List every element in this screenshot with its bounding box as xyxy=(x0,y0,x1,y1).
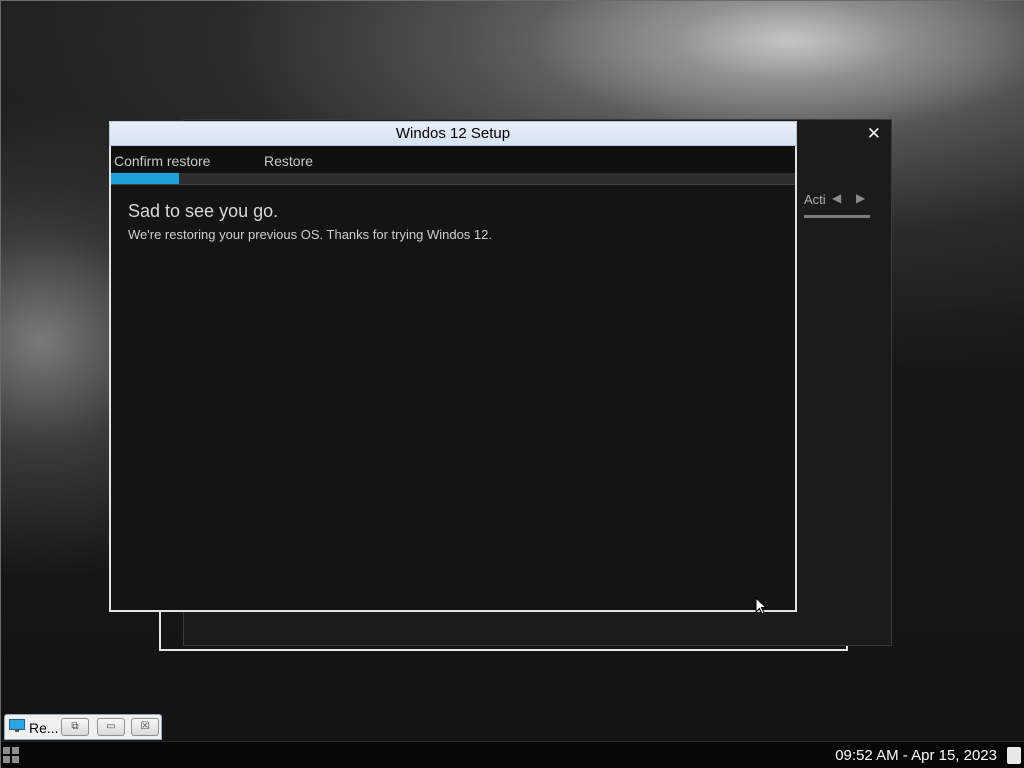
dialog-heading: Sad to see you go. xyxy=(128,201,279,221)
background-tab-label[interactable]: Acti xyxy=(804,192,826,207)
progress-bar-fill xyxy=(111,173,180,184)
start-grid-icon xyxy=(12,747,19,754)
dialog-title[interactable]: Windos 12 Setup xyxy=(109,121,797,146)
restore-button[interactable]: ⧉ xyxy=(61,718,89,736)
taskbar: 09:52 AM - Apr 15, 2023 xyxy=(1,741,1024,768)
minimized-window[interactable]: Re... ⧉ ▭ ☒ xyxy=(4,714,162,740)
background-tab-strip: Acti ◀ ▶ xyxy=(804,188,870,218)
setup-dialog: Windos 12 Setup Confirm restore Restore … xyxy=(109,121,797,612)
arrow-right-icon[interactable]: ▶ xyxy=(856,191,865,205)
monitor-icon xyxy=(9,719,25,732)
step-bar: Confirm restore Restore xyxy=(111,146,795,173)
user-tray-icon[interactable] xyxy=(1007,747,1021,764)
close-button[interactable]: ☒ xyxy=(131,718,159,736)
start-grid-icon xyxy=(3,747,10,754)
progress-bar xyxy=(111,173,795,185)
mouse-cursor-icon xyxy=(755,597,767,615)
dialog-content: Sad to see you go. We're restoring your … xyxy=(128,201,492,242)
maximize-button[interactable]: ▭ xyxy=(97,718,125,736)
minimized-window-label[interactable]: Re... xyxy=(29,720,59,736)
taskbar-clock[interactable]: 09:52 AM - Apr 15, 2023 xyxy=(835,747,997,764)
dialog-message: We're restoring your previous OS. Thanks… xyxy=(128,227,492,242)
step-confirm-restore[interactable]: Confirm restore xyxy=(114,153,210,169)
start-button[interactable] xyxy=(3,747,19,763)
start-grid-icon xyxy=(12,756,19,763)
arrow-left-icon[interactable]: ◀ xyxy=(832,191,841,205)
step-restore[interactable]: Restore xyxy=(264,153,313,169)
start-grid-icon xyxy=(3,756,10,763)
close-icon[interactable]: ✕ xyxy=(867,124,881,144)
